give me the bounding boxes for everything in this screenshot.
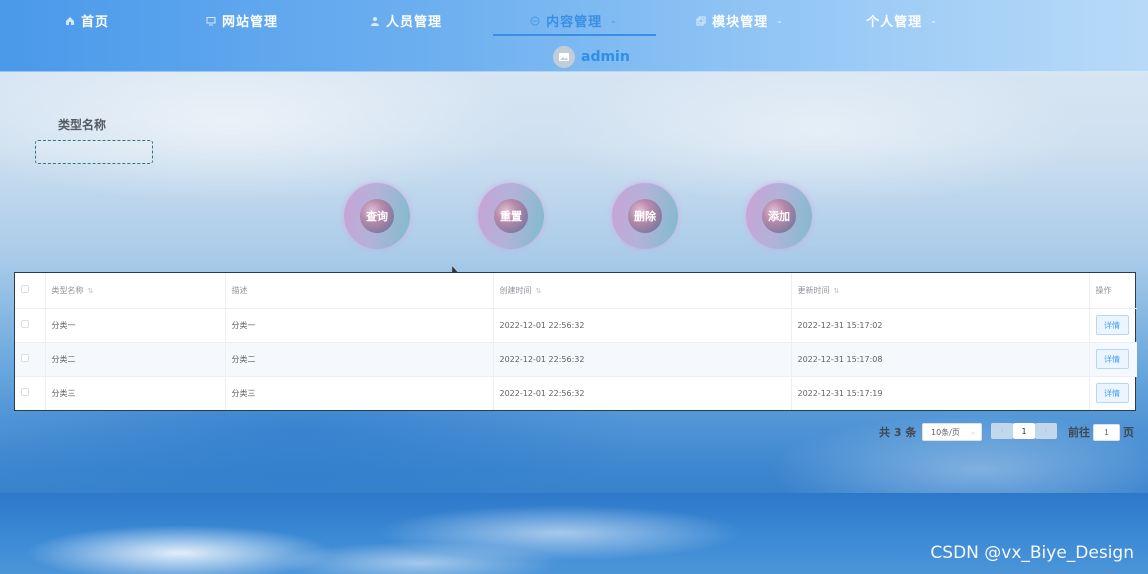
type-name-input[interactable] [35,140,153,164]
detail-button[interactable]: 详情 [1095,315,1129,335]
top-nav: 首页 网站管理 人员管理 内容管理 ⌄ 模块管理 ⌄ 个人管理 ⌄ admin [0,0,1148,72]
cell-desc: 分类一 [224,308,493,343]
cell-created: 2022-12-01 22:56:32 [492,342,791,377]
detail-button[interactable]: 详情 [1095,383,1129,404]
column-header-desc: 描述 [224,273,493,309]
page-unit-label: 页 [1123,426,1134,439]
column-header-label: 更新时间 [797,285,830,295]
prev-page-button[interactable]: ‹ [991,423,1013,439]
column-header-label: 创建时间 [499,285,532,295]
column-header-label: 操作 [1095,285,1112,295]
nav-item-home[interactable]: 首页 [62,6,112,34]
nav-item-label: 网站管理 [221,14,278,30]
table-row: 分类一 分类一 2022-12-01 22:56:32 2022-12-31 1… [15,308,1137,343]
image-icon [559,53,569,61]
table-row: 分类三 分类三 2022-12-01 22:56:32 2022-12-31 1… [15,376,1137,410]
row-checkbox[interactable] [21,354,29,362]
add-button[interactable]: 添加 [746,183,812,249]
cell-updated: 2022-12-31 15:17:19 [790,376,1089,410]
home-icon [65,15,75,25]
cell-desc: 分类三 [224,376,493,410]
table-header-row: 类型名称 ⇅ 描述 创建时间 ⇅ 更新时间 ⇅ 操作 [15,273,1137,309]
select-all-checkbox[interactable] [21,285,29,294]
nav-item-label: 内容管理 [546,14,603,30]
delete-button[interactable]: 删除 [612,183,678,249]
cell-desc: 分类二 [224,342,493,377]
column-header-created[interactable]: 创建时间 ⇅ [492,273,791,309]
chevron-down-icon: ⌄ [776,15,784,25]
nav-item-personal[interactable]: 个人管理 ⌄ [866,6,938,34]
copy-icon [696,15,706,26]
cell-name: 分类二 [44,342,225,377]
cell-name: 分类三 [44,376,225,410]
column-header-label: 描述 [231,285,248,295]
pagination-total: 共 3 条 [879,426,917,439]
page-number-1[interactable]: 1 [1013,423,1035,439]
nav-item-content[interactable]: 内容管理 ⌄ [528,6,620,34]
row-checkbox[interactable] [21,320,29,328]
add-button-label: 添加 [762,199,796,233]
sort-icon[interactable]: ⇅ [88,287,94,295]
type-name-label: 类型名称 [58,118,107,132]
chevron-left-icon: ‹ [1000,426,1004,436]
column-header-updated[interactable]: 更新时间 ⇅ [790,273,1089,309]
nav-item-label: 首页 [80,14,109,30]
nav-item-label: 模块管理 [712,14,769,30]
username: admin [581,49,630,65]
cell-created: 2022-12-01 22:56:32 [492,308,791,343]
chevron-down-icon: ⌄ [930,15,938,25]
cell-updated: 2022-12-31 15:17:02 [790,308,1089,343]
next-page-button[interactable]: › [1035,423,1057,439]
reset-button[interactable]: 重置 [478,183,544,249]
sort-icon[interactable]: ⇅ [834,287,840,295]
content-icon [530,15,540,26]
nav-item-website[interactable]: 网站管理 [202,6,282,34]
column-header-label: 类型名称 [51,285,84,295]
nav-item-personnel[interactable]: 人员管理 [366,6,446,34]
select-all-cell[interactable] [15,273,45,309]
avatar [553,46,575,68]
goto-label: 前往 [1068,426,1090,439]
row-checkbox[interactable] [21,388,29,397]
chevron-right-icon: › [1044,426,1048,436]
delete-button-label: 删除 [628,199,662,233]
cell-created: 2022-12-01 22:56:32 [492,376,791,410]
active-nav-indicator [493,34,656,36]
user-icon [370,15,380,26]
nav-item-modules[interactable]: 模块管理 ⌄ [694,6,786,34]
page-size-select[interactable]: 10条/页 ⌄ [922,423,982,441]
page-size-value: 10条/页 [931,427,960,437]
column-header-actions: 操作 [1088,273,1137,309]
nav-item-label: 个人管理 [866,14,923,30]
table-row: 分类二 分类二 2022-12-01 22:56:32 2022-12-31 1… [15,342,1137,377]
nav-item-label: 人员管理 [385,14,442,30]
column-header-name[interactable]: 类型名称 ⇅ [44,273,225,309]
user-menu[interactable]: admin [553,45,630,69]
query-button[interactable]: 查询 [344,183,410,249]
chevron-down-icon: ⌄ [970,428,976,436]
chevron-down-icon: ⌄ [610,15,618,25]
cell-name: 分类一 [44,308,225,343]
data-table: 类型名称 ⇅ 描述 创建时间 ⇅ 更新时间 ⇅ 操作 分类一 分类一 2022-12-… [14,272,1137,411]
goto-page-input[interactable] [1093,424,1120,441]
cell-updated: 2022-12-31 15:17:08 [790,342,1089,377]
sort-icon[interactable]: ⇅ [536,287,542,295]
reset-button-label: 重置 [494,199,528,233]
detail-button[interactable]: 详情 [1095,349,1129,369]
query-button-label: 查询 [360,199,394,233]
watermark: CSDN @vx_Biye_Design [930,543,1134,563]
monitor-icon [206,15,216,26]
